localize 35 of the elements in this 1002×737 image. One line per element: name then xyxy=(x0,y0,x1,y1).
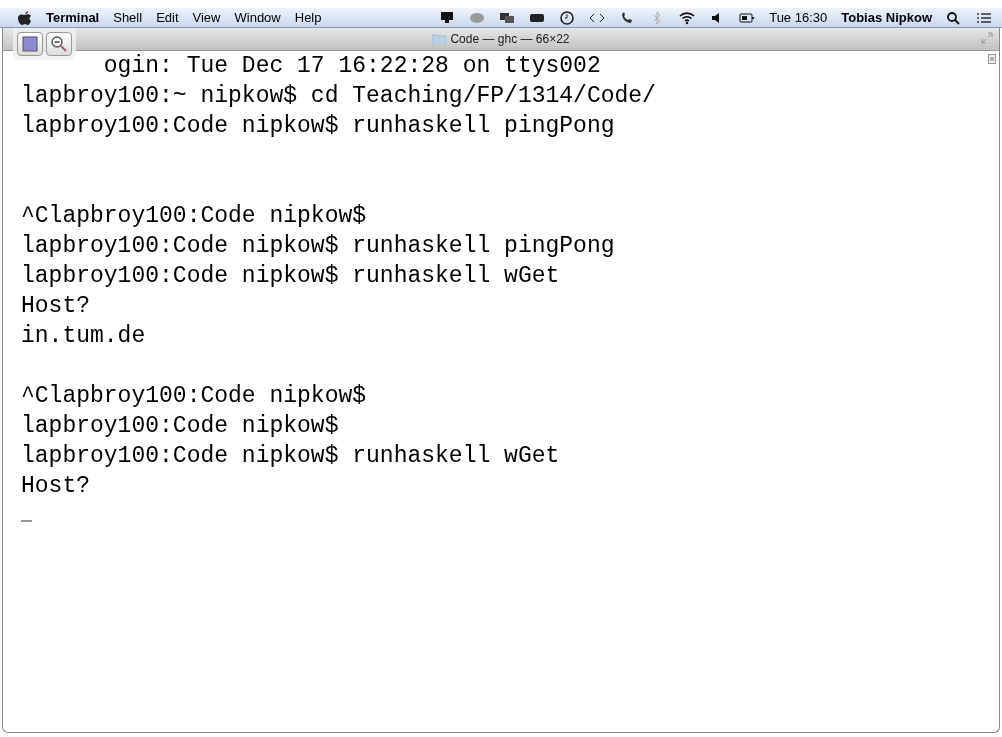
menu-item[interactable]: Edit xyxy=(156,10,179,25)
menu-item[interactable]: Help xyxy=(294,10,322,25)
clock-icon[interactable] xyxy=(559,10,576,25)
square-icon xyxy=(22,36,38,52)
terminal-line: lapbroy100:Code nipkow$ xyxy=(21,413,339,439)
terminal-line: Host? xyxy=(21,293,90,319)
wifi-icon[interactable] xyxy=(679,10,696,25)
terminal-line: Host? xyxy=(21,473,90,499)
apple-icon[interactable] xyxy=(18,9,32,26)
terminal-line: ^Clapbroy100:Code nipkow$ xyxy=(21,383,367,409)
terminal-line: lapbroy100:Code nipkow$ runhaskell wGet xyxy=(21,443,560,469)
menu-item[interactable]: Shell xyxy=(113,10,143,25)
window-title: Code — ghc — 66×22 xyxy=(450,32,570,46)
terminal-line: lapbroy100:Code nipkow$ runhaskell pingPong xyxy=(21,113,615,139)
terminal-line: ^Clapbroy100:Code nipkow$ xyxy=(21,203,367,229)
menu-item[interactable]: View xyxy=(192,10,221,25)
terminal-line: lapbroy100:Code nipkow$ runhaskell pingPong xyxy=(21,233,615,259)
zoom-out-icon xyxy=(50,35,68,53)
battery-icon[interactable] xyxy=(739,10,756,25)
menu-item[interactable]: Window xyxy=(234,10,281,25)
app-menu[interactable]: Terminal xyxy=(46,10,100,25)
text-cursor xyxy=(21,519,32,522)
terminal-line: lapbroy100:~ nipkow$ cd Teaching/FP/1314/Code/ xyxy=(21,83,656,109)
stop-button[interactable] xyxy=(17,32,43,56)
list-icon[interactable] xyxy=(976,10,992,25)
search-icon[interactable] xyxy=(946,10,962,25)
zoom-out-button[interactable] xyxy=(46,32,72,56)
screens-icon[interactable] xyxy=(499,10,516,25)
terminal-line: lapbroy100:Code nipkow$ runhaskell wGet xyxy=(21,263,560,289)
terminal-line: ogin: Tue Dec 17 16:22:28 on ttys002 xyxy=(103,53,601,79)
menu-clock[interactable]: Tue 16:30 xyxy=(769,10,828,25)
user-name[interactable]: Tobias Nipkow xyxy=(841,10,932,25)
terminal-line: in.tum.de xyxy=(21,323,146,349)
folder-icon xyxy=(432,33,447,45)
monitor-icon[interactable] xyxy=(439,10,456,25)
